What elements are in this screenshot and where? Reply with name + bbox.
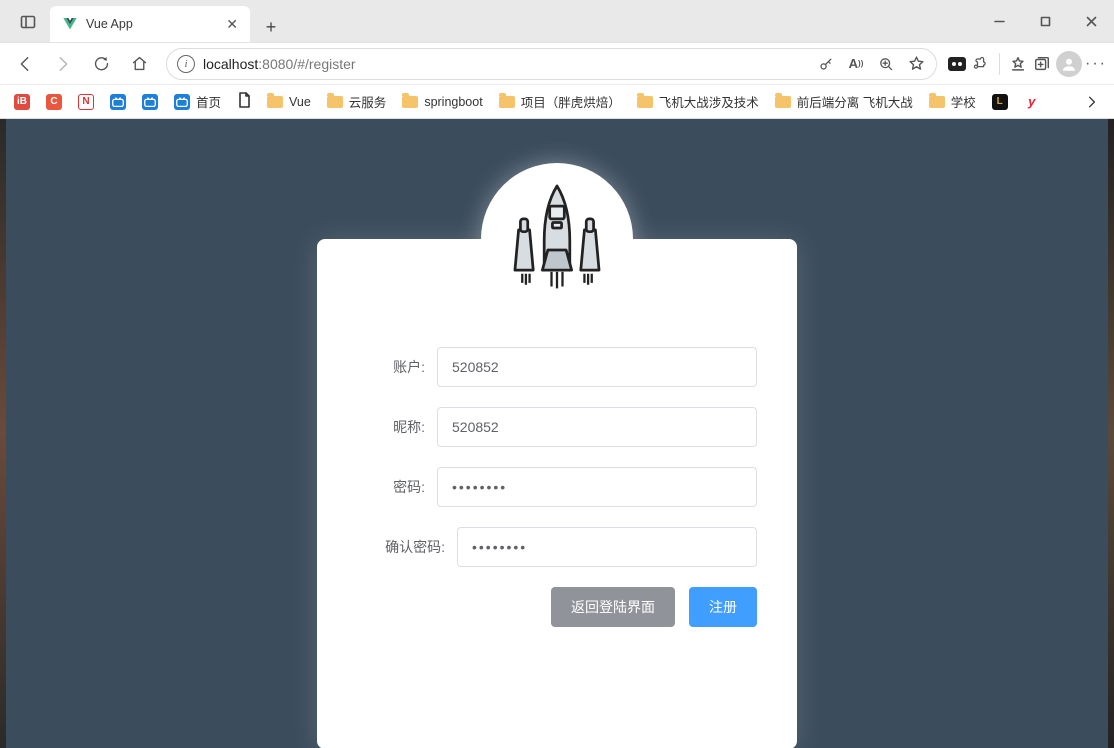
spaceship-icon — [493, 175, 621, 303]
decorative-edge — [0, 119, 6, 748]
folder-icon — [929, 96, 945, 108]
bookmark-item[interactable]: iB — [8, 91, 36, 113]
nav-forward-button[interactable] — [46, 47, 80, 81]
confirm-password-input[interactable] — [457, 527, 757, 567]
bookmark-label: 前后端分离 飞机大战 — [797, 92, 913, 111]
bookmark-folder-planetech[interactable]: 飞机大战涉及技术 — [631, 89, 765, 114]
window-minimize-button[interactable] — [976, 0, 1022, 42]
bookmark-home[interactable]: 首页 — [168, 89, 227, 114]
confirm-password-label: 确认密码: — [357, 537, 457, 557]
register-button[interactable]: 注册 — [689, 587, 757, 627]
window-controls — [976, 0, 1114, 42]
folder-icon — [267, 96, 283, 108]
bookmark-item[interactable] — [136, 91, 164, 113]
password-input[interactable] — [437, 467, 757, 507]
url-path: :8080/#/register — [258, 56, 355, 72]
bookmark-label: 项目（胖虎烘焙） — [521, 92, 621, 111]
page-viewport: 账户: 昵称: 密码: 确认密码: 返回登陆界面 注册 — [0, 119, 1114, 748]
favorite-star-icon[interactable] — [906, 54, 926, 74]
bookmark-folder-project[interactable]: 项目（胖虎烘焙） — [493, 89, 627, 114]
bookmark-folder-cloud[interactable]: 云服务 — [321, 89, 393, 114]
url-box[interactable]: i localhost:8080/#/register A)) — [166, 48, 937, 80]
overflow-menu-icon[interactable]: ··· — [1086, 54, 1106, 74]
bookmark-folder-planegame[interactable]: 前后端分离 飞机大战 — [769, 89, 919, 114]
register-card: 账户: 昵称: 密码: 确认密码: 返回登陆界面 注册 — [317, 239, 797, 748]
folder-icon — [499, 96, 515, 108]
nickname-label: 昵称: — [357, 417, 437, 437]
bookmark-item[interactable] — [104, 91, 132, 113]
profile-avatar-icon[interactable] — [1056, 51, 1082, 77]
address-bar: i localhost:8080/#/register A)) ··· — [0, 42, 1114, 84]
favorites-list-icon[interactable] — [1008, 54, 1028, 74]
folder-icon — [637, 96, 653, 108]
bookmark-label: Vue — [289, 95, 311, 109]
toolbar-app-icon[interactable] — [947, 54, 967, 74]
vue-favicon-icon — [62, 16, 78, 32]
bilibili-icon — [110, 94, 126, 110]
nav-refresh-button[interactable] — [84, 47, 118, 81]
bookmark-item[interactable]: y — [1018, 91, 1046, 113]
collections-icon[interactable] — [1032, 54, 1052, 74]
bookmark-folder-vue[interactable]: Vue — [261, 92, 317, 112]
password-key-icon[interactable] — [816, 54, 836, 74]
bookmark-item[interactable]: C — [40, 91, 68, 113]
folder-icon — [327, 96, 343, 108]
bookmark-item[interactable] — [231, 89, 257, 114]
tab-strip-icon[interactable] — [12, 6, 44, 38]
decorative-edge — [1108, 119, 1114, 748]
bookmark-icon: y — [1024, 94, 1040, 110]
window-maximize-button[interactable] — [1022, 0, 1068, 42]
url-text: localhost:8080/#/register — [203, 56, 356, 72]
bookmark-label: 学校 — [951, 92, 976, 111]
new-tab-button[interactable]: + — [256, 12, 286, 42]
page-icon — [237, 92, 251, 111]
url-host: localhost — [203, 56, 258, 72]
bilibili-icon — [142, 94, 158, 110]
bookmark-icon: C — [46, 94, 62, 110]
account-input[interactable] — [437, 347, 757, 387]
bookmark-item[interactable]: N — [72, 91, 100, 113]
toolbar-separator — [999, 53, 1000, 75]
bookmark-label: 云服务 — [349, 92, 387, 111]
bookmark-folder-school[interactable]: 学校 — [923, 89, 982, 114]
bookmark-label: 飞机大战涉及技术 — [659, 92, 759, 111]
account-label: 账户: — [357, 357, 437, 377]
folder-icon — [402, 96, 418, 108]
tab-title: Vue App — [86, 17, 218, 31]
nav-back-button[interactable] — [8, 47, 42, 81]
browser-tab-active[interactable]: Vue App ✕ — [50, 6, 250, 42]
bookmark-label: springboot — [424, 95, 482, 109]
window-close-button[interactable] — [1068, 0, 1114, 42]
form-row-account: 账户: — [357, 347, 757, 387]
avatar-image — [481, 163, 633, 315]
password-label: 密码: — [357, 477, 437, 497]
bookmark-icon: iB — [14, 94, 30, 110]
form-row-password: 密码: — [357, 467, 757, 507]
read-aloud-icon[interactable]: A)) — [846, 54, 866, 74]
bookmark-item[interactable]: L — [986, 91, 1014, 113]
form-row-confirm-password: 确认密码: — [357, 527, 757, 567]
zoom-icon[interactable] — [876, 54, 896, 74]
form-row-nickname: 昵称: — [357, 407, 757, 447]
tab-close-icon[interactable]: ✕ — [226, 16, 238, 33]
bookmark-icon: L — [992, 94, 1008, 110]
bookmark-label: 首页 — [196, 92, 221, 111]
bookmarks-bar: iB C N 首页 Vue 云服务 springboot 项目（胖虎烘焙） 飞机… — [0, 84, 1114, 118]
back-to-login-button[interactable]: 返回登陆界面 — [551, 587, 675, 627]
bookmark-folder-springboot[interactable]: springboot — [396, 92, 488, 112]
site-info-icon[interactable]: i — [177, 55, 195, 73]
button-row: 返回登陆界面 注册 — [357, 587, 757, 627]
bilibili-icon — [174, 94, 190, 110]
bookmarks-overflow-button[interactable] — [1078, 91, 1106, 113]
extensions-puzzle-icon[interactable] — [971, 54, 991, 74]
browser-chrome: Vue App ✕ + i localhost:8080/#/register … — [0, 0, 1114, 119]
nav-home-button[interactable] — [122, 47, 156, 81]
titlebar: Vue App ✕ + — [0, 0, 1114, 42]
bookmark-icon: N — [78, 94, 94, 110]
nickname-input[interactable] — [437, 407, 757, 447]
folder-icon — [775, 96, 791, 108]
